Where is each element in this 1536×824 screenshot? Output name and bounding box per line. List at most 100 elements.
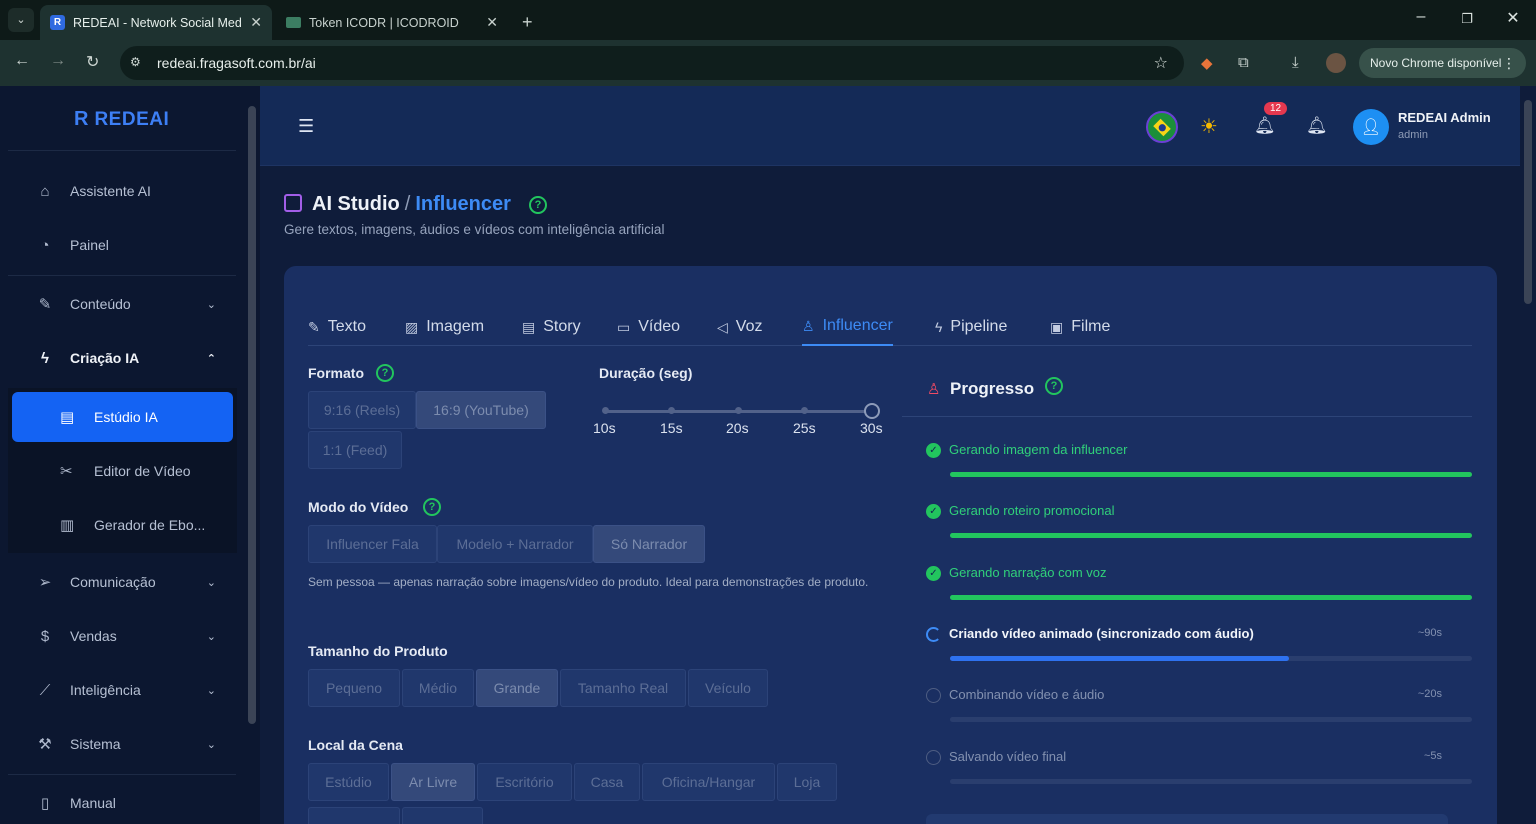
tab-voz[interactable]: ◁ Voz [717, 308, 762, 346]
step-progress-bar [950, 472, 1472, 477]
logo[interactable]: R REDEAI [74, 108, 169, 131]
sidebar-item-sistema[interactable]: ⚒ Sistema ⌄ [0, 722, 244, 766]
scrollbar-thumb[interactable] [1524, 100, 1532, 304]
sidebar-item-criacao-ia[interactable]: ϟ Criação IA ⌃ [0, 336, 244, 380]
sidebar-scrollbar[interactable] [244, 86, 260, 824]
close-tab-icon[interactable]: ✕ [250, 14, 262, 31]
mode-option-influencer-fala[interactable]: Influencer Fala [308, 525, 437, 563]
help-icon[interactable]: ? [529, 196, 547, 214]
back-icon[interactable]: ← [14, 52, 30, 70]
tab-texto[interactable]: ✎ Texto [308, 308, 366, 346]
chevron-up-icon: ⌃ [206, 352, 216, 365]
alerts-bell-icon[interactable]: 🔔︎ [1306, 116, 1328, 136]
chevron-down-icon: ⌄ [206, 630, 216, 643]
scene-option-partial[interactable] [308, 807, 400, 824]
step-status-icon: ✓ [926, 504, 941, 519]
scene-option-oficina-hangar[interactable]: Oficina/Hangar [642, 763, 775, 801]
tab-search-button[interactable]: ⌄ [8, 8, 34, 32]
progress-title: Progresso [950, 379, 1035, 398]
page-subtitle: Gere textos, imagens, áudios e vídeos co… [284, 222, 665, 237]
divider [8, 275, 236, 276]
browser-tab[interactable]: Token ICODR | ICODROID ✕ [276, 5, 508, 40]
bookmark-star-icon[interactable]: ☆ [1154, 53, 1168, 73]
tab-video[interactable]: ▭ Vídeo [617, 308, 680, 346]
tab-label: Vídeo [638, 318, 681, 335]
chart-icon: ⟋ [39, 681, 51, 699]
size-option-tamanho-real[interactable]: Tamanho Real [560, 669, 686, 707]
mode-option-so-narrador[interactable]: Só Narrador [593, 525, 705, 563]
forward-icon[interactable]: → [50, 52, 66, 70]
sidebar-item-vendas[interactable]: $ Vendas ⌄ [0, 614, 244, 658]
sidebar-item-conteudo[interactable]: ✎ Conteúdo ⌄ [0, 282, 244, 326]
mode-option-modelo-narrador[interactable]: Modelo + Narrador [437, 525, 593, 563]
more-menu-icon[interactable]: ⋮ [1502, 48, 1516, 78]
tab-label: Story [543, 318, 581, 335]
tab-label: Voz [735, 318, 763, 335]
scene-option-escritorio[interactable]: Escritório [477, 763, 572, 801]
size-option-medio[interactable]: Médio [402, 669, 474, 707]
tab-filme[interactable]: ▣ Filme [1050, 308, 1110, 346]
sidebar-item-painel[interactable]: ◔ Painel [0, 223, 244, 267]
close-tab-icon[interactable]: ✕ [486, 14, 498, 31]
divider [8, 774, 236, 775]
user-icon: ♙ [927, 381, 941, 398]
format-option-reels[interactable]: 9:16 (Reels) [308, 391, 416, 429]
new-tab-button[interactable]: + [516, 5, 546, 40]
submenu-item-estudio-ia[interactable]: ▤ Estúdio IA [12, 392, 233, 442]
wrench-icon: ⚒ [38, 736, 52, 753]
menu-toggle-icon[interactable]: ☰ [298, 116, 314, 137]
submenu-item-gerador-ebook[interactable]: ▥ Gerador de Ebo... [12, 500, 233, 550]
step-progress-bar [950, 595, 1472, 600]
extension-fox-icon[interactable]: ◆ [1201, 54, 1213, 72]
format-option-feed[interactable]: 1:1 (Feed) [308, 431, 402, 469]
scene-option-partial[interactable] [402, 807, 483, 824]
help-icon[interactable]: ? [423, 498, 441, 516]
page-scrollbar[interactable] [1520, 86, 1536, 824]
user-icon: ♙ [802, 317, 815, 334]
address-bar[interactable]: ⚙ redeai.fragasoft.com.br/ai ☆ [120, 46, 1184, 80]
sidebar-item-assistente[interactable]: ⌂ Assistente AI [0, 169, 244, 213]
help-icon[interactable]: ? [376, 364, 394, 382]
duration-slider-thumb[interactable] [864, 403, 880, 419]
download-icon[interactable]: ⤓ [1292, 54, 1299, 71]
tab-influencer[interactable]: ♙ Influencer [802, 308, 893, 346]
format-option-youtube[interactable]: 16:9 (YouTube) [416, 391, 546, 429]
profile-avatar[interactable] [1326, 53, 1346, 73]
restore-icon[interactable]: ❐ [1444, 11, 1490, 27]
browser-tab-active[interactable]: R REDEAI - Network Social Media ✕ [40, 5, 272, 40]
close-window-icon[interactable]: ✕ [1490, 8, 1536, 28]
scene-option-casa[interactable]: Casa [574, 763, 640, 801]
redeai-favicon: R [50, 15, 65, 30]
duration-tick-label: 30s [860, 420, 883, 436]
user-name[interactable]: REDEAI Admin [1398, 110, 1491, 125]
scene-option-estudio[interactable]: Estúdio [308, 763, 389, 801]
scrollbar-thumb[interactable] [248, 106, 256, 724]
tab-story[interactable]: ▤ Story [522, 308, 581, 346]
minimize-icon[interactable]: – [1398, 8, 1444, 26]
tab-imagem[interactable]: ▨ Imagem [405, 308, 484, 346]
extensions-puzzle-icon[interactable]: ⧉ [1238, 54, 1249, 71]
new-chrome-label: Novo Chrome disponível [1370, 56, 1502, 70]
language-flag-icon[interactable] [1146, 111, 1178, 143]
size-option-pequeno[interactable]: Pequeno [308, 669, 400, 707]
sidebar-item-manual[interactable]: ▯ Manual [0, 781, 244, 824]
size-option-grande[interactable]: Grande [476, 669, 558, 707]
tab-pipeline[interactable]: ϟ Pipeline [935, 308, 1007, 346]
theme-sun-icon[interactable]: ☀ [1200, 114, 1218, 139]
submenu-item-label: Gerador de Ebo... [94, 517, 206, 533]
notifications-bell-icon[interactable]: 🔔︎ [1254, 116, 1276, 136]
scene-option-ar-livre[interactable]: Ar Livre [391, 763, 475, 801]
step-progress-bar [950, 779, 1472, 784]
sidebar-item-comunicacao[interactable]: ➢ Comunicação ⌄ [0, 560, 244, 604]
submenu-item-editor-video[interactable]: ✂ Editor de Vídeo [12, 446, 233, 496]
site-settings-icon[interactable]: ⚙ [130, 55, 141, 69]
reload-icon[interactable]: ↻ [86, 52, 99, 72]
help-icon[interactable]: ? [1045, 377, 1063, 395]
size-option-veiculo[interactable]: Veículo [688, 669, 768, 707]
scene-option-loja[interactable]: Loja [777, 763, 837, 801]
new-chrome-available-button[interactable]: Novo Chrome disponível ⋮ [1359, 48, 1526, 78]
sidebar-item-label: Conteúdo [70, 296, 131, 312]
video-icon: ▭ [617, 318, 631, 335]
user-avatar[interactable]: 👤︎ [1353, 109, 1389, 145]
sidebar-item-inteligencia[interactable]: ⟋ Inteligência ⌄ [0, 668, 244, 712]
